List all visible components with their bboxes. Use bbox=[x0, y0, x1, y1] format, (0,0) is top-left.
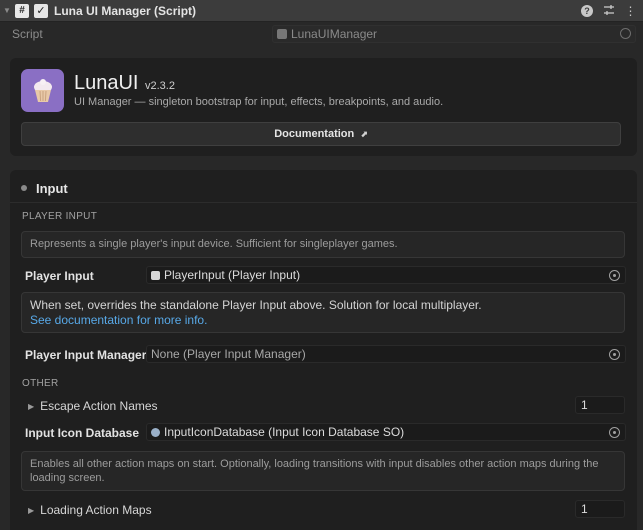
enabled-checkbox[interactable]: ✓ bbox=[34, 3, 48, 18]
action-maps-help-text: Enables all other action maps on start. … bbox=[30, 458, 599, 484]
player-input-help-box: Represents a single player's input devic… bbox=[21, 231, 625, 258]
group-label-player-input: PLAYER INPUT bbox=[22, 211, 98, 222]
documentation-button[interactable]: Documentation ⬈ bbox=[21, 122, 621, 146]
escape-action-names-foldout[interactable]: ▶ Escape Action Names bbox=[28, 399, 158, 413]
loading-action-maps-label: Loading Action Maps bbox=[40, 503, 152, 517]
multiplayer-help-text: When set, overrides the standalone Playe… bbox=[30, 298, 482, 312]
section-divider bbox=[10, 202, 637, 203]
input-icon-database-label: Input Icon Database bbox=[25, 426, 140, 440]
preset-sliders-icon[interactable] bbox=[602, 4, 615, 19]
component-header[interactable]: ▼ # ✓ Luna UI Manager (Script) ? ⋮ bbox=[0, 0, 643, 22]
loading-action-maps-count[interactable]: 1 bbox=[575, 500, 625, 518]
help-icon[interactable]: ? bbox=[581, 5, 593, 17]
foldout-arrow-icon[interactable]: ▶ bbox=[28, 402, 34, 411]
brand-name: LunaUI bbox=[74, 72, 139, 94]
input-icon-database-field[interactable]: InputIconDatabase (Input Icon Database S… bbox=[146, 423, 626, 441]
section-title[interactable]: Input bbox=[36, 181, 68, 196]
object-picker-icon[interactable] bbox=[609, 427, 620, 438]
player-input-help-text: Represents a single player's input devic… bbox=[30, 238, 398, 250]
section-bullet-icon bbox=[21, 185, 27, 191]
brand-card: LunaUI v2.3.2 UI Manager — singleton boo… bbox=[10, 58, 637, 156]
brand-description: UI Manager — singleton bootstrap for inp… bbox=[74, 96, 444, 108]
player-input-manager-label: Player Input Manager bbox=[25, 348, 147, 362]
action-maps-help-box: Enables all other action maps on start. … bbox=[21, 451, 625, 491]
script-field[interactable]: LunaUIManager bbox=[272, 25, 636, 43]
scriptable-object-icon bbox=[151, 427, 160, 437]
documentation-button-label: Documentation bbox=[274, 128, 355, 140]
external-link-icon: ⬈ bbox=[360, 128, 368, 139]
input-section: Input PLAYER INPUT Represents a single p… bbox=[10, 170, 637, 530]
player-input-component-icon bbox=[151, 270, 160, 280]
object-picker-icon[interactable] bbox=[620, 28, 631, 39]
player-input-field[interactable]: PlayerInput (Player Input) bbox=[146, 266, 626, 284]
loading-action-maps-foldout[interactable]: ▶ Loading Action Maps bbox=[28, 503, 152, 517]
script-label: Script bbox=[12, 27, 43, 41]
player-input-manager-field[interactable]: None (Player Input Manager) bbox=[146, 345, 626, 363]
player-input-manager-value: None (Player Input Manager) bbox=[151, 347, 306, 361]
brand-version: v2.3.2 bbox=[145, 80, 175, 92]
player-input-label: Player Input bbox=[25, 269, 94, 283]
input-icon-database-value: InputIconDatabase (Input Icon Database S… bbox=[164, 425, 405, 439]
cupcake-logo-icon bbox=[21, 69, 64, 112]
component-title: Luna UI Manager (Script) bbox=[54, 3, 197, 18]
escape-action-names-count[interactable]: 1 bbox=[575, 396, 625, 414]
script-row: Script LunaUIManager bbox=[0, 23, 643, 45]
fold-arrow-icon[interactable]: ▼ bbox=[0, 0, 14, 22]
more-menu-icon[interactable]: ⋮ bbox=[624, 4, 637, 18]
foldout-arrow-icon[interactable]: ▶ bbox=[28, 506, 34, 515]
escape-action-names-label: Escape Action Names bbox=[40, 399, 158, 413]
object-picker-icon[interactable] bbox=[609, 349, 620, 360]
script-field-value: LunaUIManager bbox=[291, 27, 378, 41]
script-file-icon bbox=[277, 29, 287, 39]
script-icon: # bbox=[15, 3, 29, 18]
group-label-other: OTHER bbox=[22, 378, 59, 389]
multiplayer-help-box: When set, overrides the standalone Playe… bbox=[21, 292, 625, 333]
documentation-link[interactable]: See documentation for more info. bbox=[30, 313, 616, 328]
player-input-value: PlayerInput (Player Input) bbox=[164, 268, 301, 282]
object-picker-icon[interactable] bbox=[609, 270, 620, 281]
